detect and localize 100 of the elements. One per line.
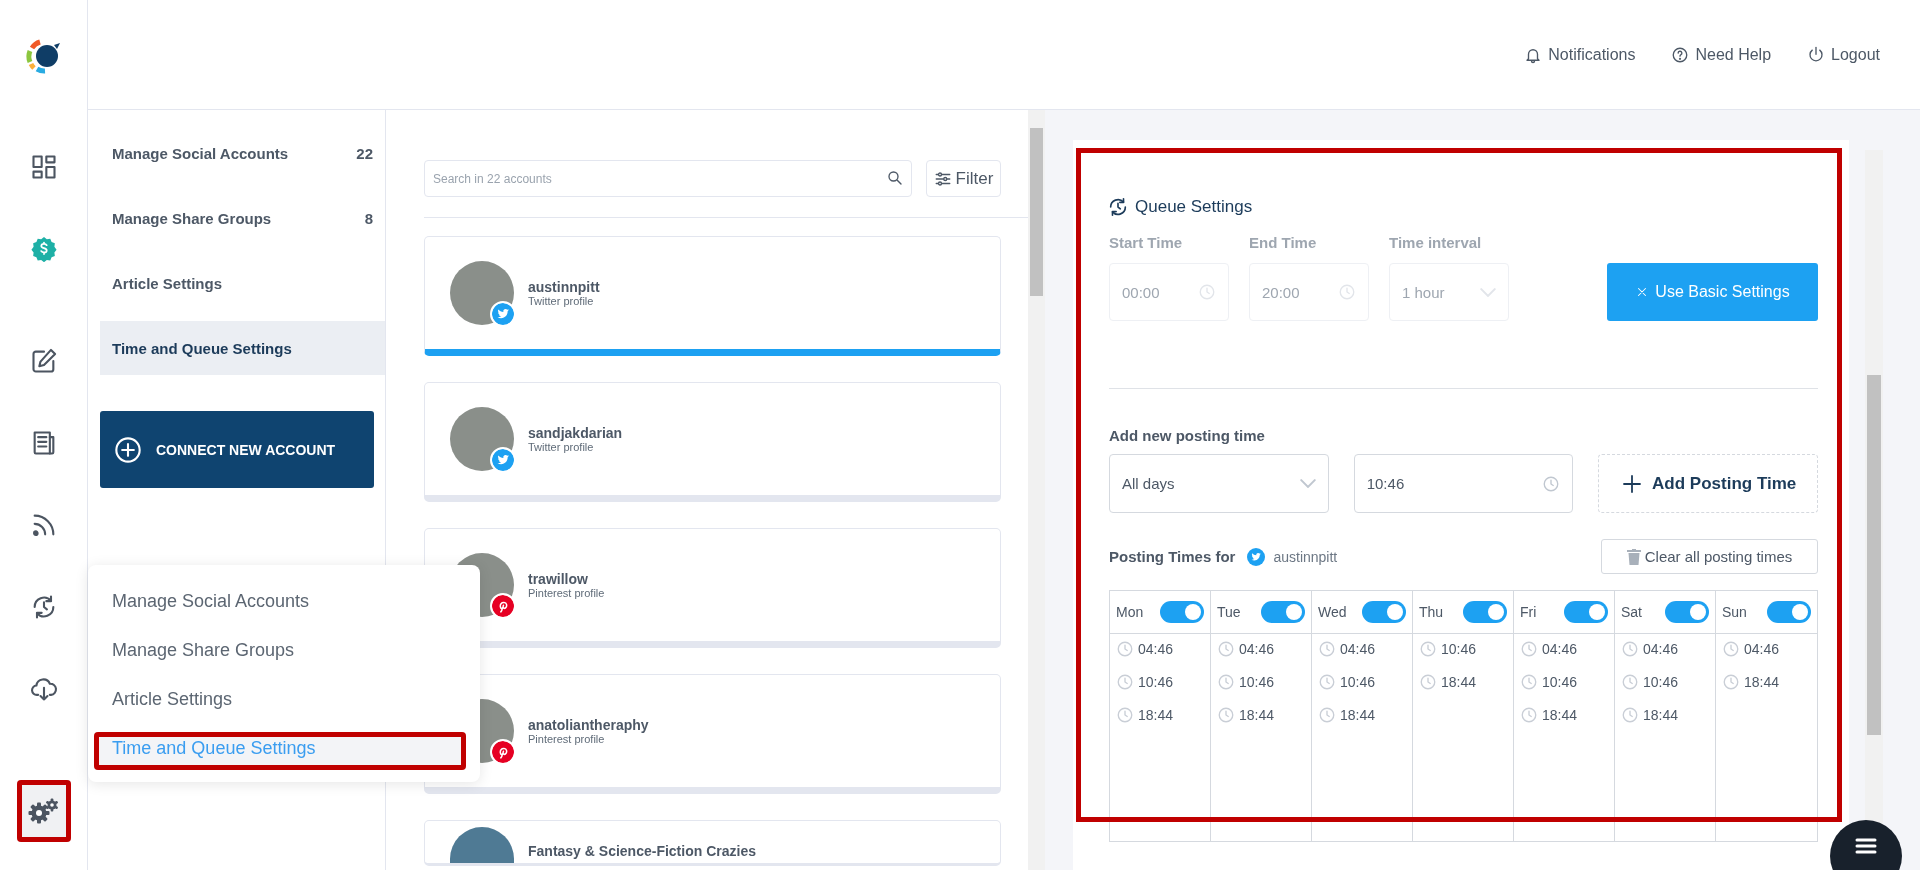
settings-menu-item[interactable]: Manage Share Groups 8	[100, 191, 385, 245]
day-label: Fri	[1520, 604, 1537, 620]
twitter-bird-icon	[1247, 547, 1266, 566]
clock-icon	[1116, 673, 1134, 691]
posting-time: 04:46	[1744, 641, 1780, 657]
day-toggle[interactable]	[1160, 601, 1204, 623]
header-link[interactable]: Notifications	[1524, 45, 1636, 64]
posting-time: 18:44	[1643, 707, 1679, 723]
clock-icon	[1217, 673, 1235, 691]
filter-button[interactable]: Filter	[926, 160, 1001, 197]
posting-time: 18:44	[1239, 707, 1275, 723]
posting-time: 10:46	[1643, 674, 1679, 690]
account-name: anatoliantheraphy	[528, 717, 649, 733]
trash-icon	[1626, 548, 1641, 565]
clock-icon	[1722, 673, 1740, 691]
header-link[interactable]: Need Help	[1671, 45, 1772, 64]
day-label: Sun	[1722, 604, 1747, 620]
chevron-down-icon	[1299, 479, 1316, 488]
clock-refresh-icon	[1107, 196, 1129, 218]
twitter-bird-icon	[490, 447, 516, 473]
day-label: Sat	[1621, 604, 1642, 620]
clock-icon	[1217, 640, 1235, 658]
clear-posting-times-button[interactable]: Clear all posting times	[1601, 539, 1818, 574]
gears-icon	[27, 797, 60, 825]
clock-icon	[1419, 673, 1437, 691]
posting-time: 18:44	[1542, 707, 1578, 723]
posting-time: 04:46	[1542, 641, 1578, 657]
search-field[interactable]: Search in 22 accounts	[424, 160, 912, 197]
menu-icon	[1855, 836, 1877, 855]
clock-icon	[1116, 706, 1134, 724]
account-type: Pinterest profile	[528, 733, 606, 745]
account-name: trawillow	[528, 571, 589, 587]
posting-time: 10:46	[1542, 674, 1578, 690]
dashboard-icon	[29, 153, 58, 181]
posting-time: 18:44	[1138, 707, 1174, 723]
day-label: Wed	[1318, 604, 1347, 620]
settings-menu-item[interactable]: Time and Queue Settings	[100, 321, 385, 375]
field-label: Add new posting time	[1109, 427, 1266, 444]
edit-icon	[29, 347, 58, 375]
clock-icon	[1520, 640, 1538, 658]
day-label: Mon	[1116, 604, 1144, 620]
time-field[interactable]: 10:46	[1353, 454, 1574, 513]
day-select[interactable]: All days	[1109, 454, 1329, 513]
posting-time: 10:46	[1138, 674, 1174, 690]
posting-time: 04:46	[1643, 641, 1679, 657]
clock-icon	[1621, 640, 1639, 658]
settings-menu-item[interactable]: Manage Social Accounts 22	[100, 126, 385, 180]
pinterest-icon	[490, 593, 516, 619]
section-title: Posting Times for	[1109, 548, 1236, 565]
clock-icon	[1318, 640, 1336, 658]
day-toggle[interactable]	[1665, 601, 1709, 623]
clock-icon	[1318, 706, 1336, 724]
clock-icon	[1542, 474, 1561, 493]
day-toggle[interactable]	[1564, 601, 1608, 623]
day-toggle[interactable]	[1261, 601, 1305, 623]
search-icon	[886, 169, 904, 187]
posting-time: 18:44	[1441, 674, 1477, 690]
account-card[interactable]: austinnpitt Twitter profile	[424, 236, 1001, 356]
clock-icon	[1217, 706, 1235, 724]
posting-time: 04:46	[1340, 641, 1376, 657]
posting-time: 10:46	[1441, 641, 1477, 657]
posting-time: 04:46	[1138, 641, 1174, 657]
posting-time: 04:46	[1239, 641, 1275, 657]
clock-icon	[1198, 283, 1216, 301]
account-type: Pinterest profile	[528, 587, 605, 599]
account-card[interactable]: Fantasy & Science-Fiction Crazies	[424, 820, 1001, 866]
field-label: Start Time	[1109, 234, 1184, 251]
photo-placeholder	[450, 827, 514, 863]
day-toggle[interactable]	[1767, 601, 1811, 623]
account-name: austinnpitt	[528, 279, 600, 295]
clock-icon	[1419, 640, 1437, 658]
help-icon	[1671, 45, 1690, 64]
day-toggle[interactable]	[1362, 601, 1406, 623]
account-card[interactable]: sandjakdarian Twitter profile	[424, 382, 1001, 502]
sidebar-item[interactable]	[16, 780, 71, 842]
account-name: Fantasy & Science-Fiction Crazies	[528, 843, 756, 861]
field-label: Time interval	[1389, 234, 1483, 251]
account-name: austinnpitt	[1273, 548, 1338, 565]
plus-circle-icon	[114, 435, 142, 464]
posting-time: 10:46	[1239, 674, 1275, 690]
clock-icon	[1520, 673, 1538, 691]
day-toggle[interactable]	[1463, 601, 1507, 623]
connect-account-button[interactable]: CONNECT NEW ACCOUNT	[100, 411, 374, 488]
clock-icon	[1338, 283, 1356, 301]
account-type: Twitter profile	[528, 441, 595, 453]
posting-time: 10:46	[1340, 674, 1376, 690]
twitter-bird-icon	[490, 301, 516, 327]
settings-menu-item[interactable]: Article Settings	[100, 256, 385, 310]
header-link[interactable]: Logout	[1807, 45, 1880, 64]
dollar-badge-icon	[30, 236, 57, 262]
clock-icon	[1621, 673, 1639, 691]
chevron-down-icon	[1480, 287, 1496, 297]
posting-time: 18:44	[1744, 674, 1780, 690]
clock-icon	[1116, 640, 1134, 658]
power-icon	[1807, 45, 1826, 64]
scrollbar[interactable]	[1028, 110, 1045, 870]
clock-icon	[1722, 640, 1740, 658]
clock-icon	[1621, 706, 1639, 724]
add-posting-time-button[interactable]: Add Posting Time	[1598, 454, 1818, 513]
account-name: sandjakdarian	[528, 425, 623, 441]
